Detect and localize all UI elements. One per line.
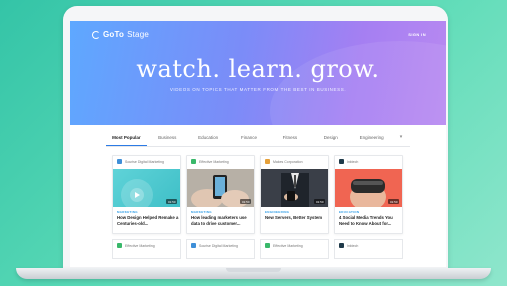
channel-avatar-icon — [117, 159, 122, 164]
video-card[interactable]: Effective Marketing — [260, 239, 329, 259]
channel-name: Inktech — [347, 243, 359, 248]
card-channel: Inktech — [339, 159, 358, 164]
card-title[interactable]: 4 Social Media Trends You Need to Know A… — [339, 215, 401, 226]
card-title[interactable]: How leading marketers use data to drive … — [191, 215, 253, 226]
channel-name: Sourise Digital Marketing — [199, 243, 238, 248]
channel-name: Sourise Digital Marketing — [125, 159, 164, 164]
video-thumbnail[interactable]: 01:50 — [113, 169, 180, 207]
logo-text-light: Stage — [127, 30, 149, 39]
video-thumbnail[interactable]: 01:50 — [187, 169, 254, 207]
hero-banner: GoTo Stage SIGN IN watch. learn. grow. VI… — [70, 21, 446, 125]
video-card[interactable]: Effective Marketing — [112, 239, 181, 259]
video-duration: 01:50 — [388, 199, 399, 204]
video-card[interactable]: Sourise Digital Marketing — [186, 239, 255, 259]
tab-finance[interactable]: Finance — [229, 134, 270, 145]
channel-avatar-icon — [265, 243, 270, 248]
channel-avatar-icon — [265, 159, 270, 164]
card-channel: Makes Corporation — [265, 159, 303, 164]
channel-name: Inktech — [347, 159, 359, 164]
sign-in-link[interactable]: SIGN IN — [408, 32, 426, 37]
card-channel: Inktech — [339, 243, 358, 248]
card-channel: Effective Marketing — [117, 243, 155, 248]
channel-avatar-icon — [339, 243, 344, 248]
tab-education[interactable]: Education — [188, 134, 229, 145]
browser-screen: GoTo Stage SIGN IN watch. learn. grow. VI… — [70, 21, 446, 267]
video-card[interactable]: Inktech — [334, 239, 403, 259]
channel-name: Effective Marketing — [125, 243, 155, 248]
video-card[interactable]: Effective Marketing 01:50 MARKETING How … — [186, 155, 255, 234]
tab-engineering[interactable]: Engineering — [351, 134, 392, 145]
video-thumbnail[interactable]: 01:50 — [335, 169, 402, 207]
gotostage-logo[interactable]: GoTo Stage — [92, 30, 149, 39]
tab-most-popular[interactable]: Most Popular — [106, 134, 147, 146]
tab-fitness[interactable]: Fitness — [269, 134, 310, 145]
video-thumbnail[interactable]: 01:50 — [261, 169, 328, 207]
video-duration: 01:50 — [166, 199, 177, 204]
channel-name: Makes Corporation — [273, 159, 303, 164]
card-category: MARKETING — [191, 210, 212, 214]
logo-text-bold: GoTo — [103, 30, 125, 39]
category-tabs: Most Popular Business Education Finance … — [106, 134, 410, 147]
hero-title: watch. learn. grow. — [136, 55, 380, 83]
chevron-down-icon[interactable]: ▾ — [392, 134, 410, 141]
card-title[interactable]: How Design Helped Remake a Centuries-old… — [117, 215, 179, 226]
video-duration: 01:50 — [240, 199, 251, 204]
channel-avatar-icon — [117, 243, 122, 248]
channel-name: Effective Marketing — [273, 243, 303, 248]
video-card[interactable]: Inktech 01:50 EDUCATION 4 Social Media T… — [334, 155, 403, 234]
card-category: EDUCATION — [339, 210, 360, 214]
logo-mark-icon — [92, 30, 100, 39]
hero-subtitle: VIDEOS ON TOPICS THAT MATTER FROM THE BE… — [169, 87, 347, 92]
card-category: ENGINEERING — [265, 210, 290, 214]
card-channel: Effective Marketing — [191, 159, 229, 164]
video-duration: 01:50 — [314, 199, 325, 204]
channel-avatar-icon — [191, 159, 196, 164]
card-channel: Sourise Digital Marketing — [117, 159, 164, 164]
tab-business[interactable]: Business — [147, 134, 188, 145]
video-card[interactable]: Sourise Digital Marketing 01:50 MARKETIN… — [112, 155, 181, 234]
video-card[interactable]: Makes Corporation 01:50 ENGINEERING New … — [260, 155, 329, 234]
card-category: MARKETING — [117, 210, 138, 214]
card-title[interactable]: New Servers, Better System — [265, 215, 327, 221]
card-channel: Sourise Digital Marketing — [191, 243, 238, 248]
channel-avatar-icon — [191, 243, 196, 248]
channel-name: Effective Marketing — [199, 159, 229, 164]
tab-design[interactable]: Design — [310, 134, 351, 145]
channel-avatar-icon — [339, 159, 344, 164]
card-channel: Effective Marketing — [265, 243, 303, 248]
laptop-notch — [226, 268, 281, 272]
